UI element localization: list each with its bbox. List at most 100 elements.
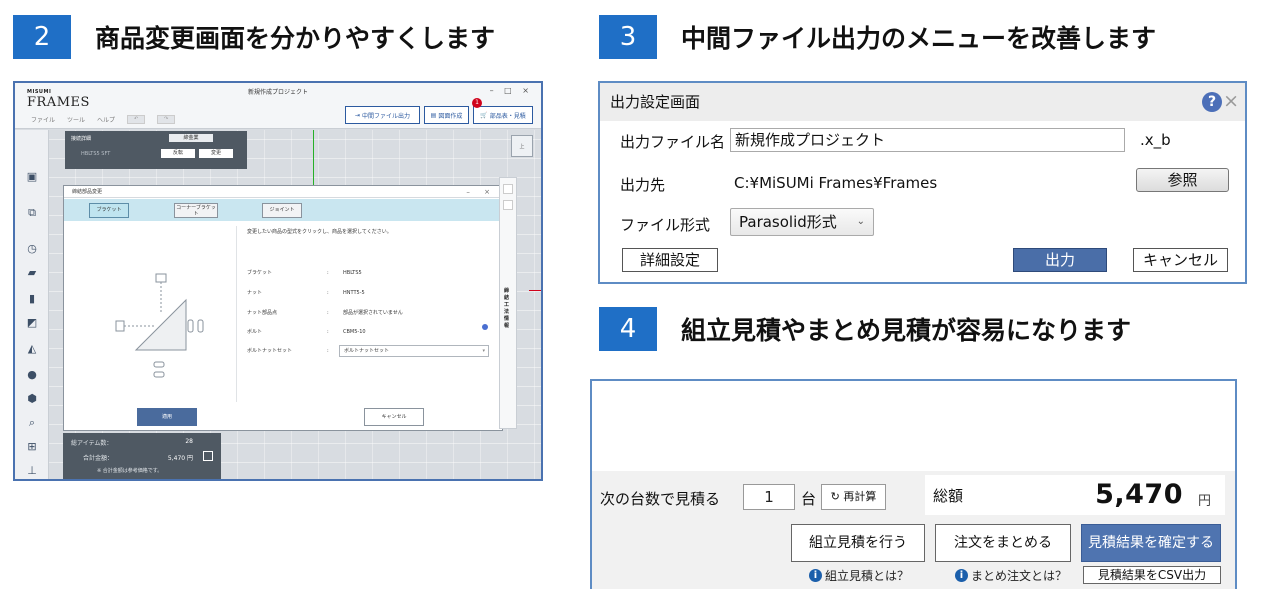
section-title: 中間ファイル出力のメニューを改善します bbox=[681, 24, 1157, 53]
detail-settings-button[interactable]: 詳細設定 bbox=[622, 248, 718, 272]
panel-icon[interactable] bbox=[503, 200, 513, 210]
export-icon: ⇥ bbox=[354, 111, 360, 119]
cart-icon: 🛒 bbox=[480, 111, 488, 119]
section-title: 商品変更画面を分かりやすくします bbox=[95, 24, 496, 53]
format-select[interactable]: Parasolid形式 ⌄ bbox=[730, 208, 874, 236]
item-count-value: 28 bbox=[185, 438, 193, 445]
refresh-icon: ↻ bbox=[830, 490, 840, 503]
output-settings-dialog: 出力設定画面 ? × 出力ファイル名 新規作成プロジェクト .x_b 出力先 C… bbox=[598, 81, 1247, 284]
total-value: 5,470 bbox=[1095, 479, 1183, 510]
quantity-input[interactable]: 1 bbox=[743, 484, 795, 510]
price-note: ※ 合計金額は参考価格です。 bbox=[97, 468, 163, 474]
bracket-illustration bbox=[115, 273, 204, 378]
info-icon: i bbox=[955, 569, 968, 582]
tab-bracket[interactable]: ブラケット bbox=[89, 203, 129, 218]
section-header-2: 2 商品変更画面を分かりやすくします bbox=[13, 15, 495, 59]
csv-export-button[interactable]: 見積結果をCSV出力 bbox=[1083, 566, 1221, 584]
right-panel: 締結工法情報 bbox=[499, 177, 517, 429]
app-screenshot: MISUMI FRAMES 新規作成プロジェクト – □ × ファイル ツール … bbox=[13, 81, 543, 481]
quantity-unit: 台 bbox=[801, 490, 817, 508]
file-name-input[interactable]: 新規作成プロジェクト bbox=[730, 128, 1125, 152]
browse-button[interactable]: 参照 bbox=[1136, 168, 1229, 192]
plate-icon[interactable]: ▮ bbox=[23, 292, 41, 306]
panel-icon[interactable] bbox=[503, 184, 513, 194]
info-icon: i bbox=[809, 569, 822, 582]
cancel-button[interactable]: キャンセル bbox=[1133, 248, 1228, 272]
item-count-label: 総アイテム数： bbox=[71, 440, 113, 447]
new-file-icon[interactable]: ▣ bbox=[23, 170, 41, 184]
menu-help[interactable]: ヘルプ bbox=[97, 115, 115, 124]
combine-help-link[interactable]: i まとめ注文とは？ bbox=[955, 567, 1067, 584]
flip-button[interactable]: 反転 bbox=[161, 149, 195, 158]
assembly-icon[interactable]: ⊥ bbox=[23, 464, 41, 478]
corner-icon[interactable]: ◭ bbox=[23, 342, 41, 356]
caster-icon[interactable]: ⬢ bbox=[23, 392, 41, 406]
undo-button[interactable]: ↶ bbox=[127, 115, 146, 124]
destination-label: 出力先 bbox=[620, 176, 666, 194]
bracket-icon[interactable]: ◩ bbox=[23, 316, 41, 330]
tab-corner-bracket[interactable]: コーナーブラケット bbox=[174, 203, 218, 218]
confirm-estimate-button[interactable]: 見積結果を確定する bbox=[1081, 524, 1221, 562]
tab-joint[interactable]: ジョイント bbox=[262, 203, 302, 218]
history-icon[interactable]: ◷ bbox=[23, 242, 41, 256]
window-controls[interactable]: – □ × bbox=[490, 86, 533, 95]
panel-label: 締結工法情報 bbox=[504, 288, 510, 329]
part-link[interactable]: HNTT5-5 bbox=[343, 288, 365, 298]
menu-file[interactable]: ファイル bbox=[31, 115, 55, 124]
connection-value: 締金業 bbox=[169, 134, 213, 142]
help-icon[interactable]: ? bbox=[1202, 92, 1222, 112]
drawing-icon: ▤ bbox=[430, 111, 437, 119]
notification-badge: 1 bbox=[472, 98, 482, 108]
section-header-4: 4 組立見積やまとめ見積が容易になります bbox=[599, 307, 1131, 351]
window-title: 新規作成プロジェクト bbox=[247, 89, 308, 96]
dialog-controls[interactable]: – × bbox=[466, 186, 496, 198]
parts-icon[interactable]: ⧉ bbox=[23, 206, 41, 220]
format-label: ファイル形式 bbox=[620, 216, 711, 234]
external-link-icon[interactable] bbox=[203, 451, 213, 461]
part-change-dialog: 締結部品変更 – × ブラケット コーナーブラケット ジョイント 変更したい商品… bbox=[63, 185, 503, 431]
section-number: 4 bbox=[599, 307, 657, 351]
recalculate-button[interactable]: ↻ 再計算 bbox=[821, 484, 886, 510]
total-value: 5,470 円 bbox=[167, 455, 193, 462]
currency-unit: 円 bbox=[1197, 494, 1211, 509]
measure-icon[interactable]: ⊞ bbox=[23, 440, 41, 454]
apply-button[interactable]: 適用 bbox=[137, 408, 197, 426]
file-extension: .x_b bbox=[1140, 131, 1171, 149]
part-link[interactable]: 部品が選択されていません bbox=[343, 308, 403, 318]
estimate-button[interactable]: 🛒 部品表・見積 bbox=[473, 106, 533, 124]
total-label: 総額 bbox=[933, 487, 964, 505]
part-row-bracket: ブラケット : HBLTS5 bbox=[247, 268, 362, 278]
fastener-icon[interactable]: ● bbox=[23, 368, 41, 382]
dialog-title: 締結部品変更 bbox=[64, 186, 502, 198]
connection-label: 接続詳細 bbox=[71, 136, 92, 142]
quantity-label: 次の台数で見積る bbox=[600, 490, 721, 508]
destination-path: C:¥MiSUMi Frames¥Frames bbox=[734, 174, 938, 192]
assembly-help-link[interactable]: i 組立見積とは？ bbox=[809, 567, 909, 584]
cancel-button[interactable]: キャンセル bbox=[364, 408, 424, 426]
assembly-estimate-button[interactable]: 組立見積を行う bbox=[791, 524, 925, 562]
section-number: 2 bbox=[13, 15, 71, 59]
part-row-bolt: ボルト : CBM5-10 bbox=[247, 327, 366, 337]
chevron-down-icon: ⌄ bbox=[856, 216, 865, 227]
menu-bar: ファイル ツール ヘルプ ↶ ↷ bbox=[31, 115, 176, 124]
combine-order-button[interactable]: 注文をまとめる bbox=[935, 524, 1071, 562]
redo-button[interactable]: ↷ bbox=[157, 115, 176, 124]
connection-info-panel: 接続詳細 締金業 HBLTS5 SFT 反転 変更 bbox=[65, 131, 247, 169]
section-header-3: 3 中間ファイル出力のメニューを改善します bbox=[599, 15, 1156, 59]
part-link[interactable]: HBLTS5 bbox=[343, 268, 362, 278]
frame-icon[interactable]: ▰ bbox=[23, 266, 41, 280]
export-button[interactable]: ⇥ 中間ファイル出力 bbox=[345, 106, 420, 124]
part-row-bolt-nut-set: ボルトナットセット : ボルトナットセット ▾ bbox=[247, 345, 492, 357]
part-preview bbox=[74, 226, 237, 402]
part-link[interactable]: CBM5-10 bbox=[343, 327, 366, 337]
change-button[interactable]: 変更 bbox=[199, 149, 233, 158]
zoom-icon[interactable]: ⌕ bbox=[23, 416, 41, 430]
view-cube[interactable]: 上 bbox=[511, 135, 533, 157]
part-row-nut: ナット : HNTT5-5 bbox=[247, 288, 365, 298]
close-icon[interactable]: × bbox=[1223, 88, 1239, 114]
menu-tools[interactable]: ツール bbox=[67, 115, 85, 124]
output-button[interactable]: 出力 bbox=[1013, 248, 1107, 272]
bolt-nut-set-select[interactable]: ボルトナットセット ▾ bbox=[339, 345, 489, 357]
drawing-button[interactable]: ▤ 図面作成 bbox=[424, 106, 469, 124]
connection-item: HBLTS5 SFT bbox=[81, 151, 111, 157]
